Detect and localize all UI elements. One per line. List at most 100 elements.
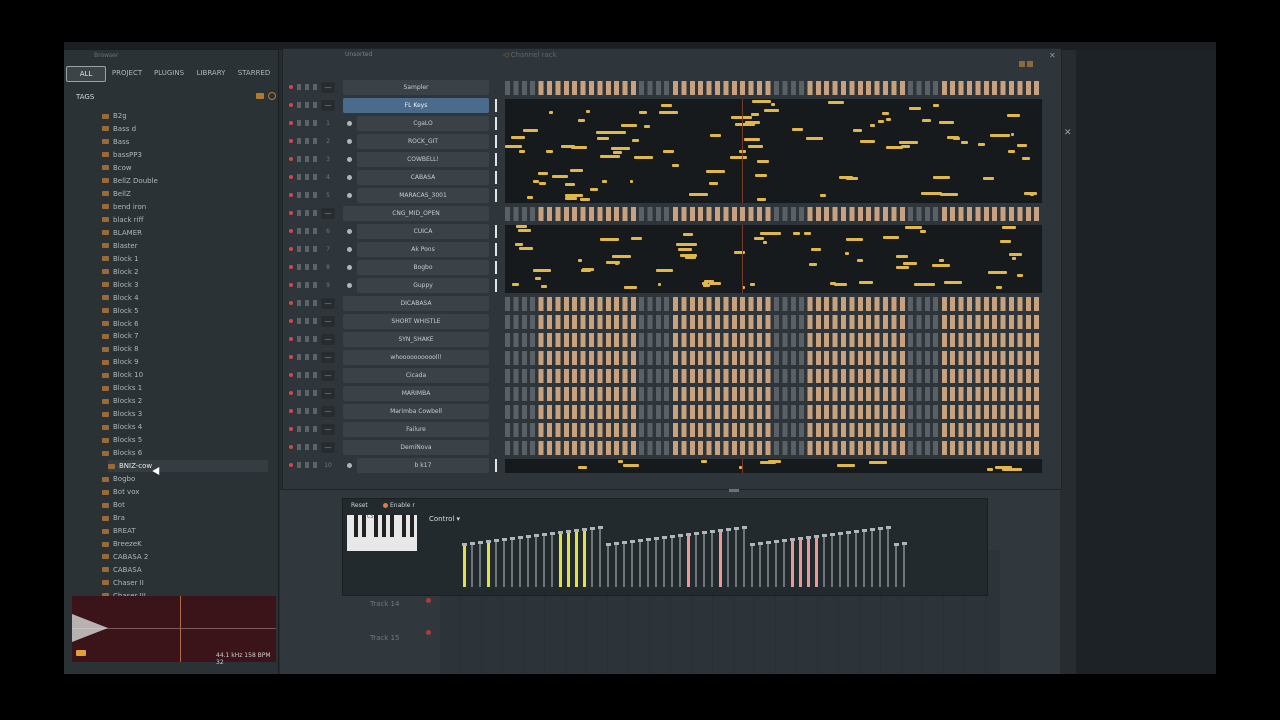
browser-item[interactable]: Bra xyxy=(102,512,125,524)
folder-icon[interactable] xyxy=(256,93,264,99)
parameter-slider[interactable] xyxy=(870,528,875,587)
parameter-slider[interactable] xyxy=(790,538,795,587)
black-key[interactable] xyxy=(354,515,358,537)
slider-handle[interactable] xyxy=(486,540,491,543)
parameter-slider[interactable] xyxy=(662,536,667,587)
mixer-track-number[interactable]: 5 xyxy=(321,190,335,201)
browser-item[interactable]: BellZ xyxy=(102,188,131,200)
piano-roll-icon[interactable] xyxy=(347,157,352,162)
browser-item[interactable]: Blocks 6 xyxy=(102,447,142,459)
channel-led[interactable] xyxy=(289,175,293,179)
mute-button[interactable]: — xyxy=(321,298,335,309)
mixer-track[interactable] xyxy=(313,444,317,450)
parameter-slider[interactable] xyxy=(710,530,715,587)
black-key[interactable] xyxy=(390,515,394,537)
close-icon[interactable]: ✕ xyxy=(1064,128,1072,138)
slider-handle[interactable] xyxy=(654,537,659,540)
channel-name-button[interactable]: Cicada xyxy=(343,368,489,383)
slider-handle[interactable] xyxy=(478,541,483,544)
browser-item[interactable]: BellZ Double xyxy=(102,175,158,187)
pan-knob[interactable] xyxy=(297,192,301,198)
tab-library[interactable]: LIBRARY xyxy=(192,66,230,80)
volume-knob[interactable] xyxy=(305,444,309,450)
parameter-slider[interactable] xyxy=(550,532,555,587)
slider-handle[interactable] xyxy=(694,532,699,535)
browser-item[interactable]: Bogbo xyxy=(102,473,135,485)
mixer-track-number[interactable]: 9 xyxy=(321,280,335,291)
mixer-track[interactable] xyxy=(313,156,317,162)
browser-item[interactable]: CABASA xyxy=(102,564,142,576)
slider-handle[interactable] xyxy=(718,529,723,532)
channel-name-button[interactable]: CABASA xyxy=(357,170,489,185)
volume-knob[interactable] xyxy=(305,192,309,198)
pan-knob[interactable] xyxy=(297,174,301,180)
parameter-slider[interactable] xyxy=(694,532,699,587)
slider-handle[interactable] xyxy=(846,531,851,534)
browser-item[interactable]: Block 5 xyxy=(102,305,139,317)
piano-roll-preview[interactable] xyxy=(505,99,1042,203)
parameter-slider[interactable] xyxy=(846,531,851,587)
pan-knob[interactable] xyxy=(297,210,301,216)
slider-handle[interactable] xyxy=(838,532,843,535)
slider-handle[interactable] xyxy=(806,536,811,539)
pan-knob[interactable] xyxy=(297,102,301,108)
mixer-track-number[interactable]: 7 xyxy=(321,244,335,255)
channel-led[interactable] xyxy=(289,265,293,269)
parameter-slider[interactable] xyxy=(806,536,811,587)
mute-button[interactable]: — xyxy=(321,442,335,453)
browser-item[interactable]: Bot vox xyxy=(102,486,139,498)
step-sequencer[interactable] xyxy=(505,333,1042,347)
tab-project[interactable]: PROJECT xyxy=(108,66,146,80)
browser-item[interactable]: Block 6 xyxy=(102,318,139,330)
parameter-slider[interactable] xyxy=(534,534,539,587)
pan-knob[interactable] xyxy=(297,138,301,144)
parameter-slider[interactable] xyxy=(462,543,467,587)
browser-item[interactable]: Block 8 xyxy=(102,343,139,355)
mixer-track[interactable] xyxy=(313,120,317,126)
parameter-slider[interactable] xyxy=(686,533,691,587)
volume-knob[interactable] xyxy=(305,138,309,144)
slider-handle[interactable] xyxy=(646,538,651,541)
slider-handle[interactable] xyxy=(670,535,675,538)
reset-button[interactable]: Reset xyxy=(351,502,368,509)
browser-item[interactable]: Block 9 xyxy=(102,356,139,368)
volume-knob[interactable] xyxy=(305,102,309,108)
track-label[interactable]: Track 14 xyxy=(370,600,450,630)
slider-handle[interactable] xyxy=(830,533,835,536)
parameter-slider[interactable] xyxy=(494,539,499,587)
channel-led[interactable] xyxy=(289,463,293,467)
pan-knob[interactable] xyxy=(297,444,301,450)
volume-knob[interactable] xyxy=(305,246,309,252)
channel-name-button[interactable]: DICABASA xyxy=(343,296,489,311)
parameter-slider[interactable] xyxy=(782,539,787,587)
parameter-slider[interactable] xyxy=(862,529,867,587)
browser-item[interactable]: black riff xyxy=(102,214,143,226)
pan-knob[interactable] xyxy=(297,84,301,90)
slider-handle[interactable] xyxy=(638,539,643,542)
slider-handle[interactable] xyxy=(870,528,875,531)
volume-knob[interactable] xyxy=(305,462,309,468)
piano-roll-icon[interactable] xyxy=(347,229,352,234)
browser-item[interactable]: Blocks 3 xyxy=(102,408,142,420)
mute-button[interactable]: — xyxy=(321,100,335,111)
pan-knob[interactable] xyxy=(297,372,301,378)
slider-handle[interactable] xyxy=(678,534,683,537)
browser-item[interactable]: BreezeK xyxy=(102,538,142,550)
channel-led[interactable] xyxy=(289,229,293,233)
piano-roll-icon[interactable] xyxy=(347,139,352,144)
slider-handle[interactable] xyxy=(470,542,475,545)
parameter-slider[interactable] xyxy=(646,538,651,587)
mute-button[interactable]: — xyxy=(321,82,335,93)
track-label[interactable]: Track 15 xyxy=(370,634,450,664)
slider-handle[interactable] xyxy=(774,540,779,543)
slider-handle[interactable] xyxy=(894,543,899,546)
browser-item[interactable]: Block 7 xyxy=(102,330,139,342)
browser-item[interactable]: Block 2 xyxy=(102,266,139,278)
volume-knob[interactable] xyxy=(305,372,309,378)
mixer-track-number[interactable]: 10 xyxy=(321,460,335,471)
mixer-track[interactable] xyxy=(313,462,317,468)
channel-led[interactable] xyxy=(289,283,293,287)
slider-handle[interactable] xyxy=(606,543,611,546)
parameter-slider[interactable] xyxy=(798,537,803,587)
parameter-slider[interactable] xyxy=(614,542,619,587)
